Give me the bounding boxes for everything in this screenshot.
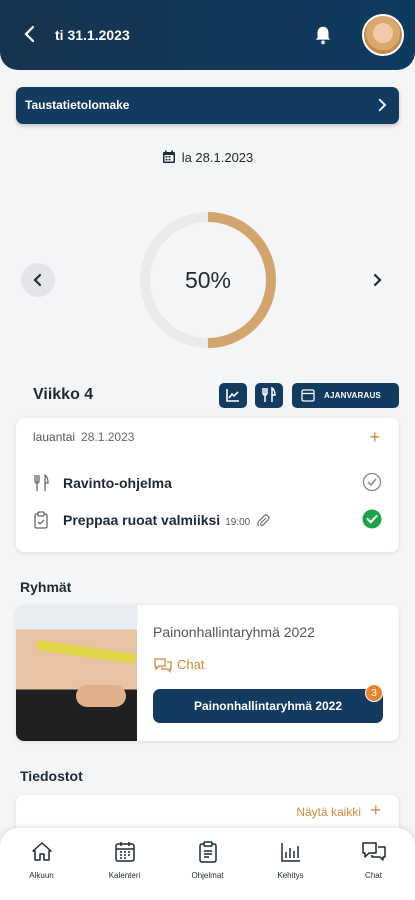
chevron-right-icon [373, 273, 382, 287]
header-date[interactable]: ti 31.1.2023 [55, 27, 130, 43]
task-name: Ravinto-ohjelma [63, 475, 172, 491]
week-label: Viikko 4 [33, 386, 94, 403]
avatar[interactable] [362, 14, 404, 56]
show-all-link[interactable]: Näytä kaikki [296, 805, 361, 819]
chevron-left-icon[interactable] [18, 22, 42, 46]
group-image [16, 605, 137, 741]
chevron-left-icon [33, 273, 42, 287]
calendar-icon [162, 150, 175, 163]
fork-knife-icon [262, 387, 276, 402]
add-task-button[interactable]: + [369, 427, 380, 448]
day-weekday: lauantai [33, 430, 76, 444]
tab-calendar[interactable]: Kalenteri [83, 840, 166, 880]
list-item[interactable]: Preppaa ruoat valmiiksi 19:00 [16, 507, 399, 533]
tab-label: Alkuun [29, 871, 54, 880]
files-title: Tiedostot [20, 768, 83, 784]
tab-chat[interactable]: Chat [332, 840, 415, 880]
tab-label: Chat [365, 871, 382, 880]
tab-label: Kalenteri [108, 871, 141, 880]
day-date: 28.1.2023 [81, 430, 135, 444]
add-file-button[interactable]: + [370, 800, 381, 821]
progress-percent: 50% [184, 267, 232, 293]
chat-label: Chat [177, 657, 205, 672]
chevron-right-icon [378, 98, 387, 112]
progress-chart-button[interactable] [219, 383, 247, 408]
group-chat-link[interactable]: Chat [153, 657, 204, 673]
groups-title: Ryhmät [20, 579, 72, 595]
booking-label: AJANVARAUS [324, 391, 381, 400]
next-day-button[interactable] [360, 263, 394, 297]
list-item[interactable]: Ravinto-ohjelma [16, 470, 399, 496]
chat-icon [154, 658, 172, 673]
tab-home[interactable]: Alkuun [0, 840, 83, 880]
booking-button[interactable]: AJANVARAUS [292, 383, 399, 408]
day-card: lauantai 28.1.2023 + Ravinto-ohjelma Prep… [16, 418, 399, 552]
calendar-icon [301, 389, 315, 402]
day-heading: lauantai 28.1.2023 [33, 430, 134, 444]
group-card[interactable]: Painonhallintaryhmä 2022 Chat Painonhall… [16, 605, 399, 741]
clipboard-icon [34, 511, 48, 529]
tab-progress[interactable]: Kehitys [249, 840, 332, 880]
unread-badge: 3 [365, 684, 383, 702]
paperclip-icon[interactable] [256, 514, 270, 528]
background-form-button[interactable]: Taustatietolomake [16, 87, 399, 124]
selected-date[interactable]: la 28.1.2023 [0, 150, 415, 165]
banner-label: Taustatietolomake [25, 98, 130, 112]
top-header: ti 31.1.2023 [0, 0, 415, 70]
check-circle-outline-icon[interactable] [362, 472, 382, 492]
tab-label: Kehitys [277, 871, 304, 880]
fork-knife-icon [34, 474, 49, 491]
nutrition-button[interactable] [255, 383, 283, 408]
home-icon [31, 842, 52, 861]
tab-programs[interactable]: Ohjelmat [166, 840, 249, 880]
calendar-icon [114, 842, 135, 862]
task-name: Preppaa ruoat valmiiksi [63, 512, 221, 528]
tab-label: Ohjelmat [191, 871, 224, 880]
chat-icon [361, 842, 386, 861]
bar-chart-icon [280, 843, 300, 862]
line-chart-icon [226, 389, 239, 402]
bell-icon[interactable] [312, 24, 334, 46]
bottom-tab-bar: Alkuun Kalenteri Ohjelmat Kehitys Chat [0, 828, 415, 900]
clipboard-icon [198, 841, 217, 863]
check-circle-icon[interactable] [362, 509, 382, 529]
selected-date-label: la 28.1.2023 [181, 150, 254, 165]
previous-day-button[interactable] [21, 263, 55, 297]
open-group-button[interactable]: Painonhallintaryhmä 2022 [153, 689, 383, 723]
group-name: Painonhallintaryhmä 2022 [153, 624, 315, 640]
task-time: 19:00 [225, 517, 251, 528]
progress-ring: 50% [137, 209, 279, 351]
